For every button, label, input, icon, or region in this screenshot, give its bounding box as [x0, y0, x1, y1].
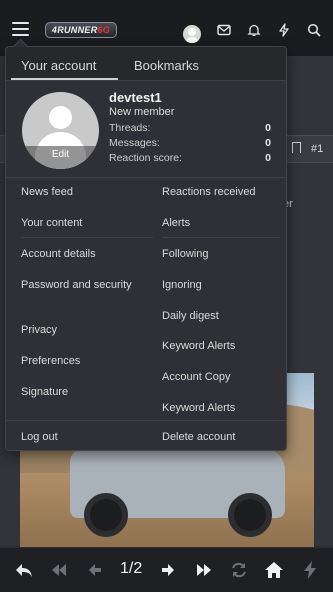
divider — [162, 237, 280, 238]
profile-avatar[interactable]: Edit — [22, 92, 99, 169]
link-privacy[interactable]: Privacy — [21, 323, 57, 337]
logo-text-accent: 6G — [97, 25, 111, 35]
link-preferences[interactable]: Preferences — [21, 354, 80, 368]
stat-reaction-score: Reaction score: 0 — [109, 152, 271, 164]
lightning-icon[interactable] — [277, 23, 291, 37]
link-news-feed[interactable]: News feed — [21, 185, 73, 199]
site-logo[interactable]: 4RUNNER 6G — [45, 22, 117, 38]
bookmark-icon[interactable] — [292, 142, 301, 153]
inbox-icon[interactable] — [217, 23, 231, 37]
tab-your-account[interactable]: Your account — [21, 58, 96, 73]
stat-threads: Threads: 0 — [109, 122, 271, 134]
first-page-icon[interactable] — [49, 560, 69, 580]
tab-bookmarks[interactable]: Bookmarks — [134, 58, 199, 73]
menu-footer: Log out Delete account — [6, 420, 286, 451]
link-following[interactable]: Following — [162, 247, 208, 261]
account-menu: Your account Bookmarks Edit devtest1 New… — [5, 46, 287, 451]
link-account-copy[interactable]: Account Copy — [162, 370, 230, 384]
link-password-security[interactable]: Password and security — [21, 278, 136, 292]
link-daily-digest[interactable]: Daily digest — [162, 309, 219, 323]
avatar-icon[interactable] — [183, 25, 201, 43]
delete-account-link[interactable]: Delete account — [162, 430, 235, 444]
link-keyword-alerts[interactable]: Keyword Alerts — [162, 339, 235, 353]
stat-messages: Messages: 0 — [109, 137, 271, 149]
divider — [21, 237, 153, 238]
post-number[interactable]: #1 — [311, 143, 323, 155]
page-indicator: 1/2 — [120, 560, 143, 577]
profile-summary: Edit devtest1 New member Threads: 0 Messa… — [6, 81, 286, 177]
logout-link[interactable]: Log out — [21, 430, 58, 444]
link-reactions-received[interactable]: Reactions received — [162, 185, 256, 199]
menu-icon[interactable] — [12, 22, 29, 36]
reply-icon[interactable] — [14, 560, 34, 580]
last-page-icon[interactable] — [194, 560, 214, 580]
user-title: New member — [109, 106, 175, 118]
link-keyword-alerts-2[interactable]: Keyword Alerts — [162, 401, 235, 415]
active-tab-indicator — [11, 78, 118, 80]
bottom-toolbar: 1/2 — [0, 548, 333, 592]
link-alerts[interactable]: Alerts — [162, 216, 190, 230]
menu-tabs: Your account Bookmarks — [6, 47, 286, 81]
link-account-details[interactable]: Account details — [21, 247, 96, 261]
username[interactable]: devtest1 — [109, 90, 162, 105]
link-ignoring[interactable]: Ignoring — [162, 278, 202, 292]
edit-avatar-link[interactable]: Edit — [22, 149, 99, 160]
logo-text: 4RUNNER — [51, 25, 98, 35]
next-page-icon[interactable] — [158, 560, 178, 580]
bell-icon[interactable] — [247, 23, 261, 37]
lightning-icon[interactable] — [300, 560, 320, 580]
link-your-content[interactable]: Your content — [21, 216, 82, 230]
refresh-icon[interactable] — [229, 560, 249, 580]
link-signature[interactable]: Signature — [21, 385, 68, 399]
divider — [6, 177, 286, 178]
search-icon[interactable] — [307, 23, 321, 37]
home-icon[interactable] — [264, 560, 284, 580]
prev-page-icon[interactable] — [85, 560, 105, 580]
